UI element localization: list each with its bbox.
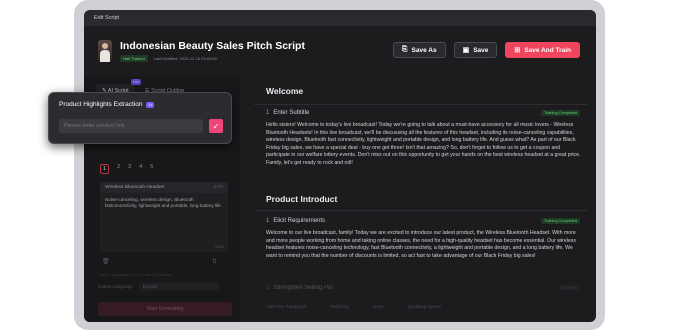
product-card[interactable]: Wireless Bluetooth Headset 0/40 Noise-ca…	[100, 182, 228, 252]
language-row: Output Language English	[98, 282, 219, 291]
settings-row: Setting Language Script Selling Attribut…	[98, 272, 172, 277]
popup-title: Product Highlights Extraction	[59, 101, 143, 108]
app-window: Edit Script Indonesian Beauty Sales Pitc…	[84, 10, 596, 322]
status-badge: Half Trained	[120, 55, 148, 62]
page-4[interactable]: 4	[139, 164, 142, 174]
product-link-input[interactable]	[59, 119, 203, 133]
language-label: Output Language	[98, 284, 133, 289]
title-bar: Edit Script	[84, 10, 596, 26]
divider	[254, 210, 588, 211]
product-features-count: 0/100	[215, 245, 224, 249]
speaking-speed-option[interactable]: Speaking Speed	[408, 304, 441, 309]
save-and-train-button[interactable]: ⊞ Save And Train	[505, 42, 580, 58]
product-highlights-popup: Product Highlights Extraction AI ✓	[48, 92, 232, 144]
reorder-icon[interactable]: ⇅	[212, 258, 217, 265]
save-icon: ▣	[462, 47, 470, 54]
page-selector: 1 2 3 4 5	[100, 164, 153, 174]
trash-icon[interactable]: 🗑	[102, 258, 110, 265]
page-title: Indonesian Beauty Sales Pitch Script	[120, 40, 305, 52]
subsection-row: 1 Enter Subtitle Training Completed	[266, 110, 580, 116]
subsection-title: Enter Subtitle	[273, 110, 310, 116]
train-icon: ⊞	[514, 47, 521, 54]
product-name-count: 0/40	[213, 185, 223, 190]
none-option[interactable]: None	[373, 304, 384, 309]
paragraph-toolbar: Add New Paragraph Polishing None Speakin…	[266, 304, 441, 309]
check-icon: ✓	[212, 121, 220, 131]
section-heading: Welcome	[266, 86, 304, 96]
training-badge: Training Completed	[541, 110, 580, 116]
ai-badge: AI	[146, 101, 154, 108]
save-and-train-label: Save And Train	[524, 46, 571, 54]
last-modified: Last Modified: 2024-12-16 03:04:09	[153, 56, 217, 61]
subsection-row: 2 Strengthen Selling Poi Untrained	[266, 285, 580, 291]
training-badge: Untrained	[557, 285, 580, 291]
polishing-option[interactable]: Polishing	[331, 304, 349, 309]
save-label: Save	[473, 46, 489, 54]
product-features[interactable]: Noise-canceling, wireless design, Blueto…	[100, 193, 228, 214]
add-paragraph-button[interactable]: Add New Paragraph	[266, 304, 307, 309]
product-name: Wireless Bluetooth Headset	[105, 185, 165, 190]
page-2[interactable]: 2	[117, 164, 120, 174]
paragraph-text[interactable]: Hello sisters! Welcome to today's live b…	[266, 122, 584, 167]
training-badge: Training Completed	[541, 218, 580, 224]
start-generating-button[interactable]: Start Generating	[98, 302, 232, 316]
save-button[interactable]: ▣ Save	[453, 42, 498, 58]
save-as-label: Save As	[411, 46, 437, 54]
language-select[interactable]: English	[138, 282, 219, 291]
confirm-button[interactable]: ✓	[209, 119, 223, 133]
script-content: Welcome 1 Enter Subtitle Training Complet…	[254, 76, 588, 322]
window-title: Edit Script	[94, 15, 120, 21]
avatar	[98, 40, 112, 62]
subsection-number: 1	[266, 110, 270, 116]
page-3[interactable]: 3	[128, 164, 131, 174]
page-1[interactable]: 1	[100, 164, 110, 174]
save-as-icon: ⎘	[401, 46, 408, 53]
script-header: Indonesian Beauty Sales Pitch Script Hal…	[84, 26, 596, 76]
subsection-title: Strengthen Selling Poi	[273, 285, 333, 291]
subsection-number: 1	[266, 218, 270, 224]
save-as-button[interactable]: ⎘ Save As	[392, 42, 446, 58]
paragraph-text[interactable]: Welcome to our live broadcast, family! T…	[266, 230, 584, 260]
subsection-number: 2	[266, 285, 270, 291]
page-5[interactable]: 5	[150, 164, 153, 174]
subsection-title: Elicit Requirements	[273, 218, 326, 224]
divider	[254, 104, 588, 105]
section-heading: Product Introduct	[266, 194, 338, 204]
subsection-row: 1 Elicit Requirements Training Completed	[266, 218, 580, 224]
